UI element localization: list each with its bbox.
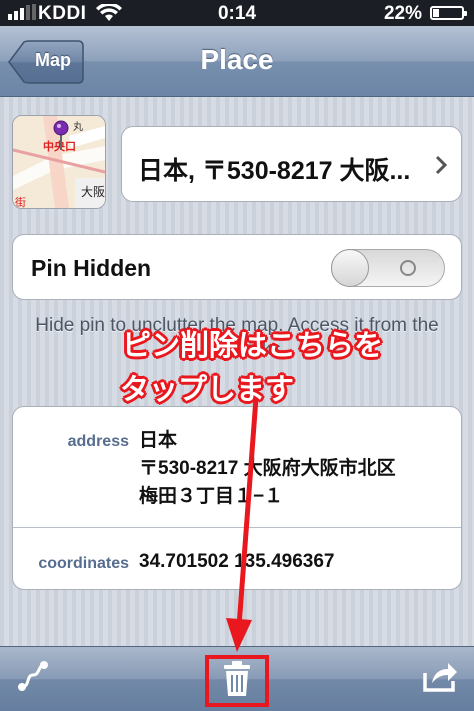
annotation-text: ピン削除はこちらを (122, 330, 384, 362)
annotation-text: タップします (120, 374, 295, 406)
annotation-highlight-box (205, 655, 269, 707)
